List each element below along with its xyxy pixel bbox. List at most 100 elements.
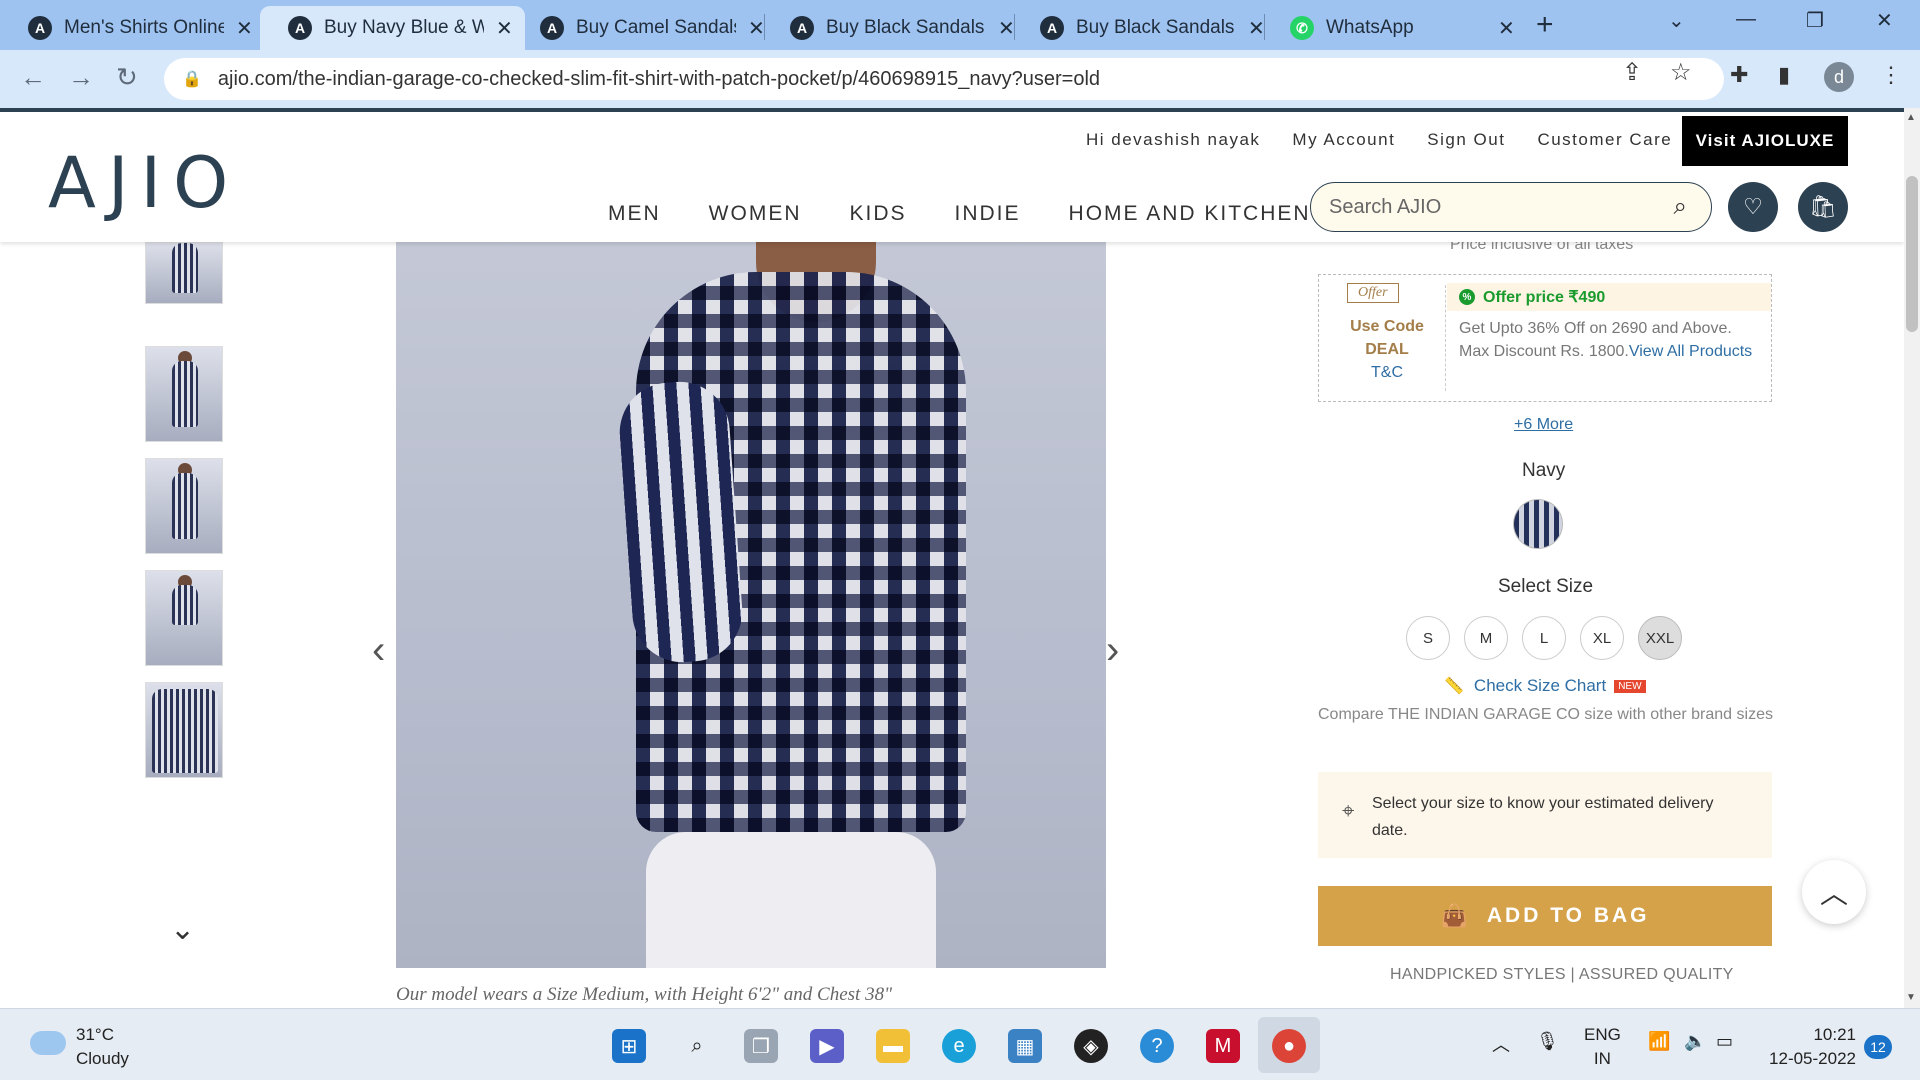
tab-mens-shirts[interactable]: A Men's Shirts Online ✕: [0, 6, 265, 50]
share-icon[interactable]: ⇪: [1622, 58, 1642, 87]
side-panel-icon[interactable]: ▮: [1778, 62, 1790, 88]
extensions-puzzle-icon[interactable]: ✚: [1730, 62, 1748, 88]
search-input[interactable]: Search AJIO ⌕: [1310, 182, 1712, 232]
tab-navy-shirt[interactable]: A Buy Navy Blue & White ✕: [260, 6, 525, 50]
size-s[interactable]: S: [1406, 616, 1450, 660]
reload-icon[interactable]: ↻: [116, 62, 138, 93]
sign-out-link[interactable]: Sign Out: [1427, 130, 1505, 150]
microsoft-store-icon[interactable]: ▦: [1008, 1029, 1042, 1063]
new-tab-plus-icon[interactable]: +: [1536, 8, 1554, 42]
scrollbar-thumb[interactable]: [1906, 176, 1918, 332]
minimize-icon[interactable]: —: [1736, 8, 1756, 31]
nav-women[interactable]: WOMEN: [709, 202, 802, 226]
chrome-browser-icon[interactable]: ●: [1272, 1029, 1306, 1063]
thumbnail-4[interactable]: [145, 570, 223, 666]
search-icon[interactable]: ⌕: [1674, 193, 1687, 221]
back-arrow-icon[interactable]: ←: [20, 62, 46, 93]
tab-whatsapp[interactable]: ✆ WhatsApp ✕: [1262, 6, 1527, 50]
wifi-icon[interactable]: 📶: [1648, 1031, 1670, 1052]
battery-icon[interactable]: ▭: [1716, 1031, 1733, 1052]
lock-icon: 🔒: [182, 71, 202, 88]
size-xl[interactable]: XL: [1580, 616, 1624, 660]
add-to-bag-button[interactable]: 👜 ADD TO BAG: [1318, 886, 1772, 946]
menu-dots-icon[interactable]: ⋮: [1880, 62, 1902, 88]
next-image-chevron-icon[interactable]: ›: [1106, 628, 1119, 673]
close-icon[interactable]: ✕: [496, 16, 513, 41]
nav-home-kitchen[interactable]: HOME AND KITCHEN: [1069, 202, 1311, 226]
delivery-text: Select your size to know your estimated …: [1372, 795, 1714, 839]
thumbnail-2[interactable]: [145, 346, 223, 442]
compare-sizes-text[interactable]: Compare THE INDIAN GARAGE CO size with o…: [1318, 706, 1773, 724]
visit-ajioluxe-button[interactable]: Visit AJIOLUXE: [1682, 116, 1848, 166]
url-input[interactable]: 🔒 ajio.com/the-indian-garage-co-checked-…: [164, 58, 1724, 100]
ajio-icon: A: [28, 16, 52, 40]
task-view-icon[interactable]: ❐: [744, 1029, 778, 1063]
tab-camel-sandals[interactable]: A Buy Camel Sandals ✕: [512, 6, 777, 50]
white-pants-graphic: [646, 832, 936, 968]
search-icon[interactable]: ⌕: [680, 1029, 714, 1063]
scroll-up-arrow-icon[interactable]: ▲: [1906, 112, 1916, 123]
show-hidden-icons-chevron-icon[interactable]: ︿: [1492, 1031, 1510, 1057]
nav-kids[interactable]: KIDS: [850, 202, 907, 226]
terms-link[interactable]: T&C: [1319, 361, 1455, 384]
main-nav: MEN WOMEN KIDS INDIE HOME AND KITCHEN: [608, 202, 1359, 226]
forward-arrow-icon[interactable]: →: [68, 62, 94, 93]
tab-search-chevron-icon[interactable]: ⌄: [1668, 8, 1685, 33]
restore-icon[interactable]: ❐: [1806, 8, 1824, 33]
ajio-logo[interactable]: AJIO: [48, 142, 240, 224]
tab-black-sandals-2[interactable]: A Buy Black Sandals f ✕: [1012, 6, 1277, 50]
close-window-icon[interactable]: ✕: [1876, 8, 1893, 33]
mcafee-icon[interactable]: M: [1206, 1029, 1240, 1063]
more-offers-link[interactable]: +6 More: [1514, 416, 1573, 434]
browser-tab-bar: A Men's Shirts Online ✕ A Buy Navy Blue …: [0, 0, 1920, 50]
chevron-down-icon[interactable]: ⌄: [170, 912, 195, 947]
size-xxl[interactable]: XXL: [1638, 616, 1682, 660]
location-pin-icon: ⌖: [1342, 798, 1355, 823]
view-all-products-link[interactable]: View All Products: [1629, 343, 1752, 360]
search-placeholder: Search AJIO: [1329, 195, 1442, 218]
scroll-to-top-chevron-icon[interactable]: ︿: [1802, 860, 1866, 924]
tab-title: WhatsApp: [1326, 17, 1414, 38]
site-header: AJIO Hi devashish nayak My Account Sign …: [0, 108, 1904, 242]
nav-men[interactable]: MEN: [608, 202, 661, 226]
size-l[interactable]: L: [1522, 616, 1566, 660]
help-icon[interactable]: ?: [1140, 1029, 1174, 1063]
thumbnail-3[interactable]: [145, 458, 223, 554]
close-icon[interactable]: ✕: [236, 16, 253, 41]
use-code-label: Use Code: [1350, 318, 1424, 335]
weather-widget[interactable]: 31°C Cloudy: [76, 1023, 129, 1071]
nav-indie[interactable]: INDIE: [955, 202, 1021, 226]
color-swatch-navy[interactable]: [1514, 500, 1562, 548]
ajio-icon: A: [1040, 16, 1064, 40]
edge-browser-icon[interactable]: e: [942, 1029, 976, 1063]
ajio-icon: A: [540, 16, 564, 40]
language-indicator[interactable]: ENG IN: [1584, 1023, 1621, 1071]
thumbnail-1[interactable]: [145, 242, 223, 304]
greeting-text: Hi devashish nayak: [1086, 130, 1261, 149]
volume-icon[interactable]: 🔈: [1684, 1031, 1706, 1052]
size-m[interactable]: M: [1464, 616, 1508, 660]
microphone-icon[interactable]: 🎙: [1536, 1031, 1559, 1052]
app-icon[interactable]: ◈: [1074, 1029, 1108, 1063]
customer-care-link[interactable]: Customer Care: [1537, 130, 1672, 150]
tab-black-sandals-1[interactable]: A Buy Black Sandals f ✕: [762, 6, 1027, 50]
wishlist-heart-icon[interactable]: ♡: [1728, 182, 1778, 232]
shopping-bag-icon[interactable]: 🛍: [1798, 182, 1848, 232]
file-explorer-icon[interactable]: ▬: [876, 1029, 910, 1063]
system-clock[interactable]: 10:21 12-05-2022: [1764, 1023, 1856, 1071]
windows-start-icon[interactable]: ⊞: [612, 1029, 646, 1063]
close-icon[interactable]: ✕: [1498, 16, 1515, 41]
profile-avatar[interactable]: d: [1824, 62, 1854, 92]
scroll-down-arrow-icon[interactable]: ▼: [1906, 992, 1916, 1003]
bookmark-star-icon[interactable]: ☆: [1670, 58, 1692, 87]
clock-date: 12-05-2022: [1769, 1049, 1856, 1068]
teams-chat-icon[interactable]: ▶: [810, 1029, 844, 1063]
thumbnail-5[interactable]: [145, 682, 223, 778]
product-main-image[interactable]: [396, 242, 1106, 968]
prev-image-chevron-icon[interactable]: ‹: [372, 628, 385, 673]
color-name: Navy: [1522, 460, 1566, 481]
my-account-link[interactable]: My Account: [1292, 130, 1395, 150]
size-chart-link[interactable]: 📏 Check Size Chart NEW: [1444, 676, 1646, 696]
new-badge: NEW: [1614, 679, 1646, 693]
notification-badge[interactable]: 12: [1864, 1035, 1892, 1059]
